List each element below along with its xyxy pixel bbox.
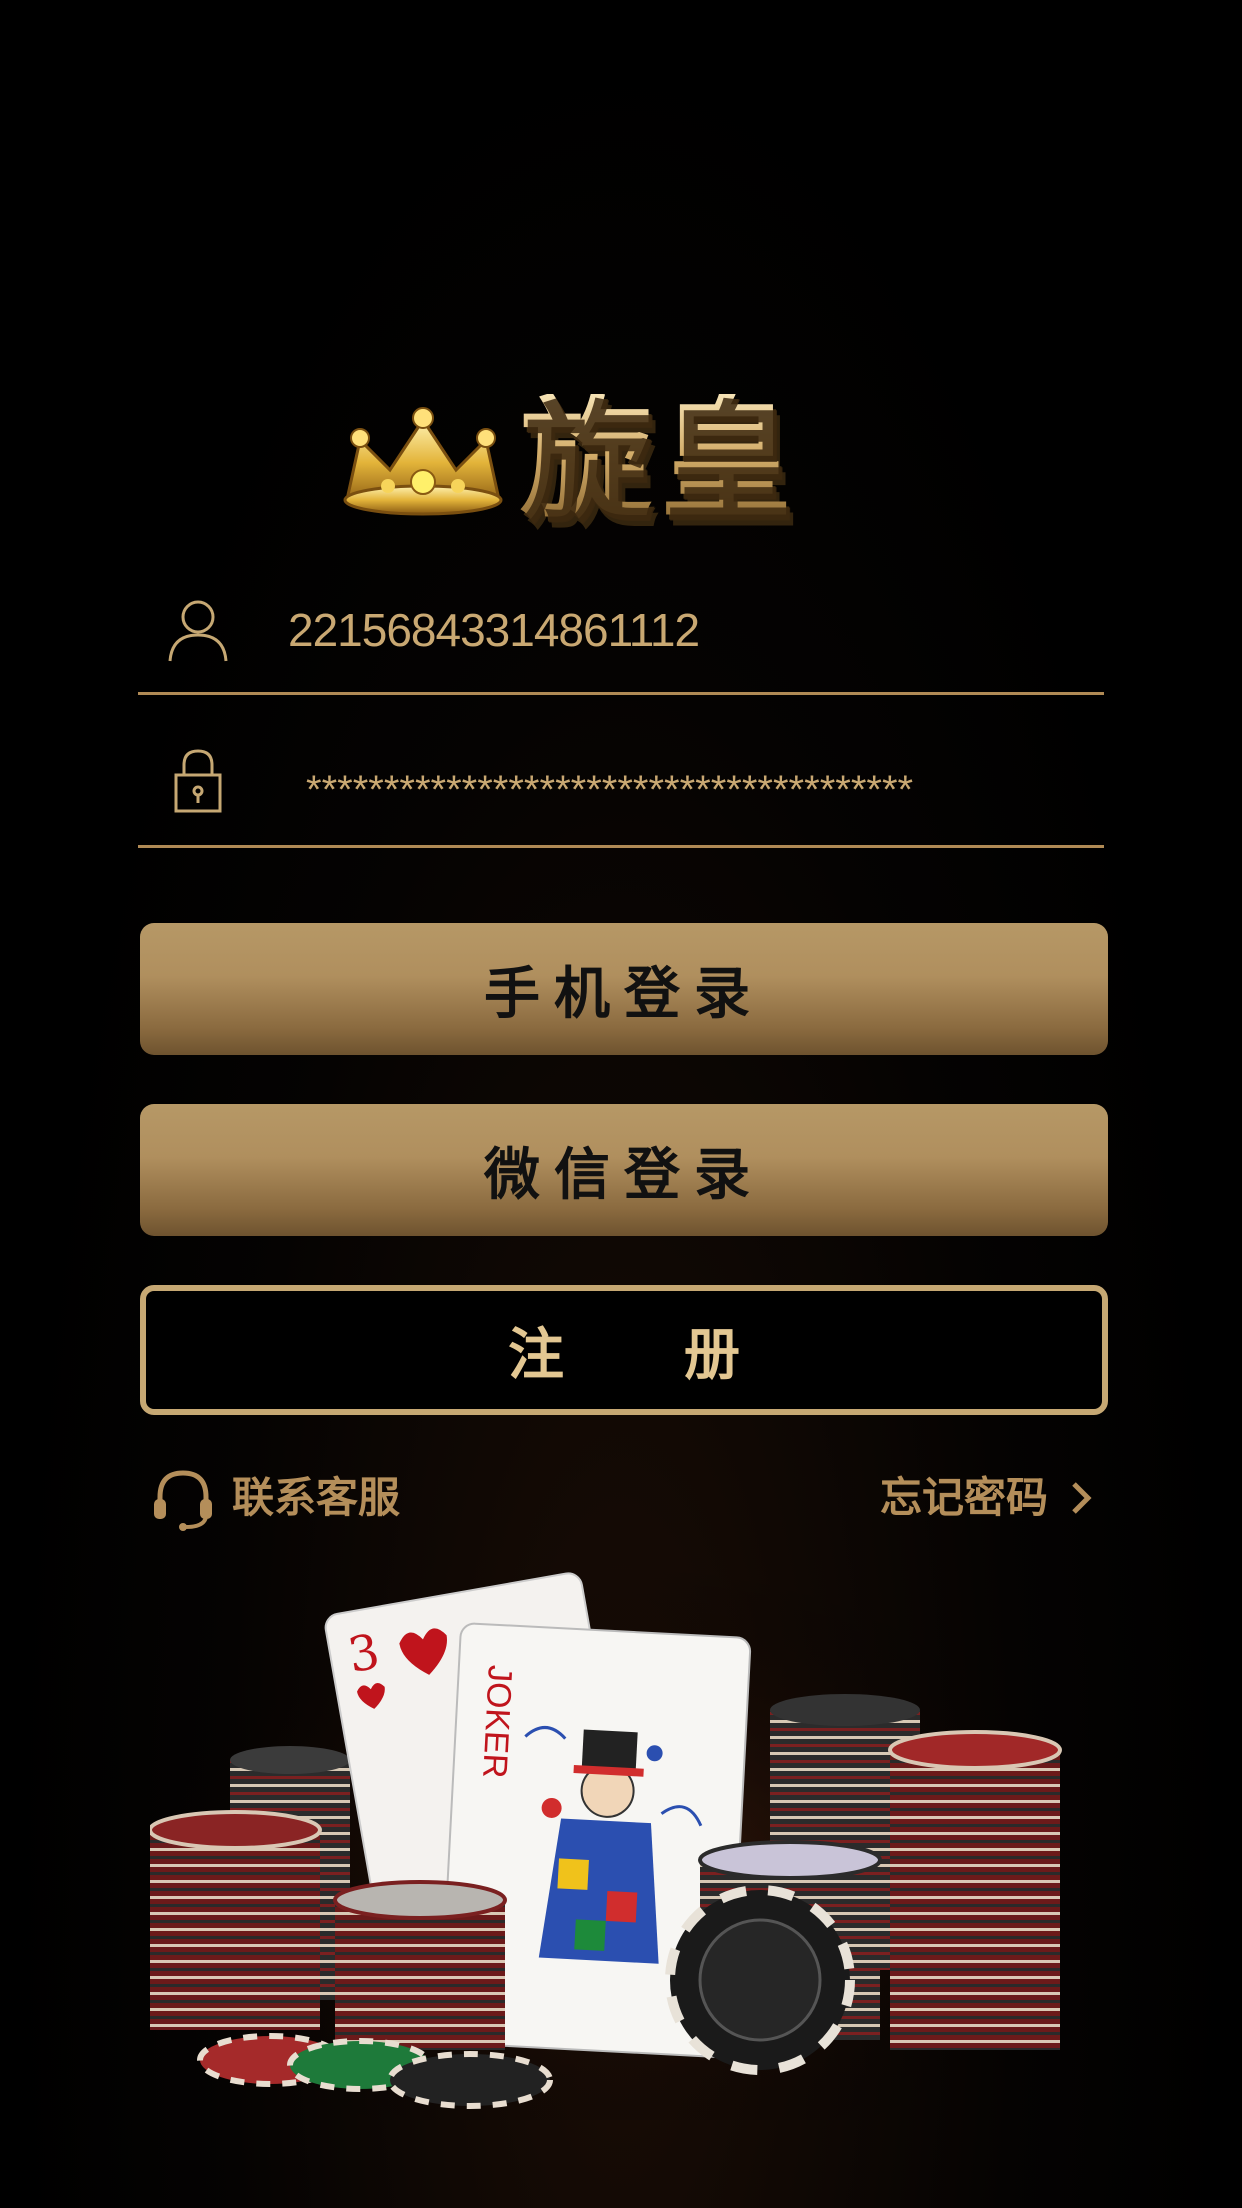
cards-and-chips-illustration: 3 JOKER (150, 1560, 1090, 2120)
chip-stack-center (333, 1880, 507, 2050)
app-logo: 旋皇 (338, 385, 938, 535)
account-input[interactable]: 22156843314861112 (288, 585, 700, 675)
password-input[interactable]: *************************************** (306, 745, 913, 835)
register-button[interactable]: 注册 (140, 1285, 1108, 1415)
logo-text: 旋皇 (520, 382, 800, 537)
chip-stack-right (888, 1730, 1062, 2050)
footer-links: 联系客服 忘记密码 (150, 1458, 1100, 1538)
wechat-login-label: 微信登录 (484, 1142, 764, 1208)
black-poker-chip (665, 1885, 855, 2075)
wechat-login-button[interactable]: 微信登录 (140, 1104, 1108, 1236)
chevron-right-icon (1072, 1482, 1092, 1514)
user-icon (168, 600, 228, 662)
lock-icon (174, 749, 222, 813)
phone-login-label: 手机登录 (484, 961, 764, 1027)
headset-icon (154, 1470, 212, 1531)
login-screen: 旋皇 22156843314861112 *******************… (0, 0, 1242, 2208)
register-label: 注册 (508, 1322, 860, 1388)
customer-service-link[interactable]: 联系客服 (150, 1458, 400, 1538)
phone-login-button[interactable]: 手机登录 (140, 923, 1108, 1055)
crown-icon (343, 407, 503, 516)
forgot-password-link[interactable]: 忘记密码 (880, 1458, 1096, 1538)
account-field[interactable]: 22156843314861112 (138, 565, 1104, 695)
password-field[interactable]: *************************************** (138, 715, 1104, 848)
forgot-password-label: 忘记密码 (879, 1473, 1048, 1522)
joker-label: JOKER (475, 1664, 519, 1779)
chip-stack-left (150, 1810, 322, 2030)
customer-service-label: 联系客服 (232, 1473, 401, 1522)
